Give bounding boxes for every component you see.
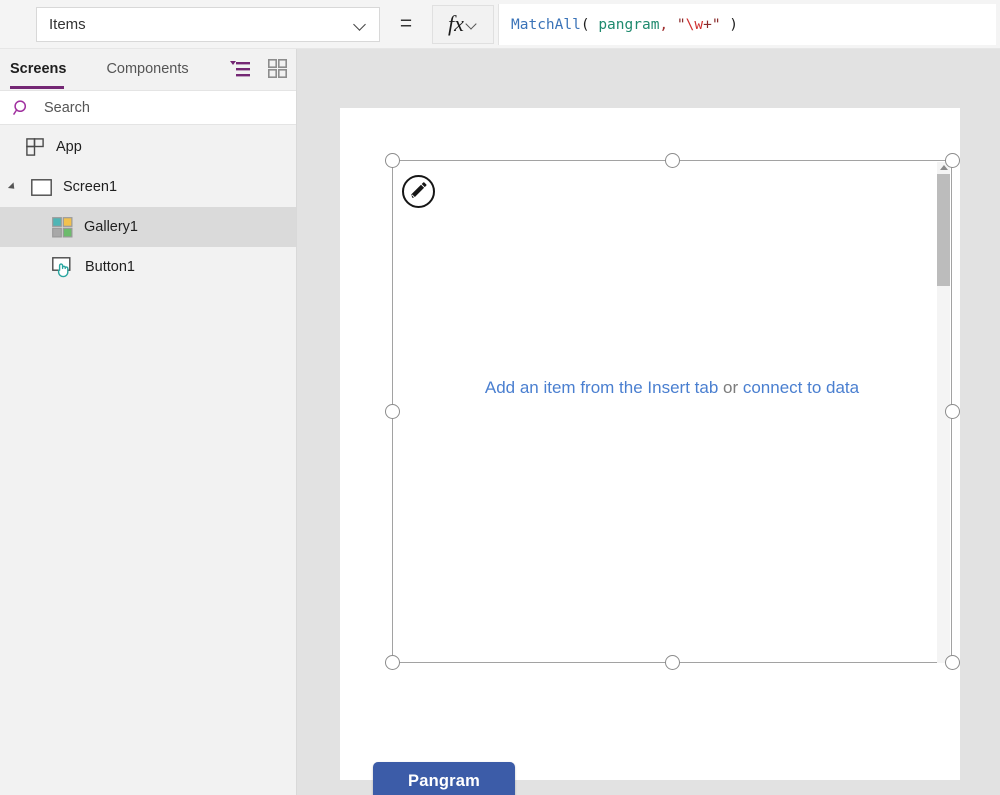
selection-handle-bottom-center[interactable] [664,655,680,670]
formula-token-4 [668,17,677,33]
fx-button[interactable]: fx [432,5,494,44]
chevron-down-icon [354,18,367,31]
equals-sign: = [399,12,413,35]
formula-token-0: MatchAll [511,16,581,33]
edit-gallery-badge[interactable] [402,175,435,208]
tree-item-gallery1[interactable]: Gallery1 [0,207,296,247]
gallery-control[interactable]: Add an item from the Insert tab or conne… [392,160,952,663]
pangram-button[interactable]: Pangram [373,762,515,795]
tree-view-icon[interactable] [230,60,252,78]
property-dropdown[interactable]: Items [36,7,380,42]
tab-screens[interactable]: Screens [10,49,66,77]
formula-token-3: , [659,16,669,33]
pangram-button-label: Pangram [407,771,480,790]
gallery-empty-message: Add an item from the Insert tab or conne… [393,379,951,396]
tree-item-app[interactable]: App [0,127,296,167]
empty-message-separator: or [718,378,743,397]
app-icon [26,137,45,157]
screen-icon [31,178,52,196]
property-dropdown-label: Items [49,16,86,33]
selection-handle-top-left[interactable] [384,152,400,168]
app-screen-canvas[interactable]: Add an item from the Insert tab or conne… [340,108,960,795]
selection-handle-bottom-left[interactable] [384,655,400,670]
tree-item-label: Button1 [85,258,135,275]
canvas-area[interactable]: Add an item from the Insert tab or conne… [297,49,1000,795]
tab-components[interactable]: Components [106,49,188,77]
chevron-expanded-icon[interactable] [7,182,18,192]
search-placeholder: Search [44,99,90,116]
panel-view-toggles [230,59,288,79]
selection-handle-middle-left[interactable] [384,404,400,419]
fx-label: fx [448,10,464,36]
selection-handle-top-right[interactable] [944,152,960,168]
object-tree: App Screen1 Gallery1 Button1 [0,127,296,287]
tree-item-label: App [56,138,82,155]
formula-token-1: ( [580,16,599,33]
formula-token-6: \w [685,16,704,33]
formula-token-7: +" [703,16,721,33]
tree-item-label: Gallery1 [84,218,138,235]
selection-handle-top-center[interactable] [664,152,680,168]
button-icon [52,256,74,278]
formula-input[interactable]: MatchAll( pangram, " \w +" ) [498,4,996,45]
formula-token-8: ) [720,16,739,33]
search-input[interactable]: Search [0,90,296,125]
gallery-icon [52,216,73,238]
formula-token-2: pangram [598,16,660,33]
panel-tab-bar: Screens Components [0,49,296,90]
power-apps-studio: Items = fx MatchAll( pangram, " \w +" ) Sc… [0,0,1000,795]
formula-bar: Items = fx MatchAll( pangram, " \w +" ) [0,0,1000,49]
search-icon [12,99,31,117]
tree-item-button1[interactable]: Button1 [0,247,296,287]
insert-tab-link[interactable]: Add an item from the Insert tab [485,378,718,397]
selection-handle-middle-right[interactable] [944,404,960,419]
chevron-down-icon [467,19,478,30]
formula-token-5: " [676,16,686,33]
connect-to-data-link[interactable]: connect to data [743,378,859,397]
tile-view-icon[interactable] [268,59,288,79]
tree-item-label: Screen1 [63,178,118,195]
tree-view-panel: Screens Components Search App Screen1 Ga… [0,49,297,795]
pencil-icon [409,182,428,201]
selection-handle-bottom-right[interactable] [944,655,960,670]
tree-item-screen1[interactable]: Screen1 [0,167,296,207]
scrollbar-thumb[interactable] [937,174,950,286]
active-tab-indicator [10,86,64,89]
